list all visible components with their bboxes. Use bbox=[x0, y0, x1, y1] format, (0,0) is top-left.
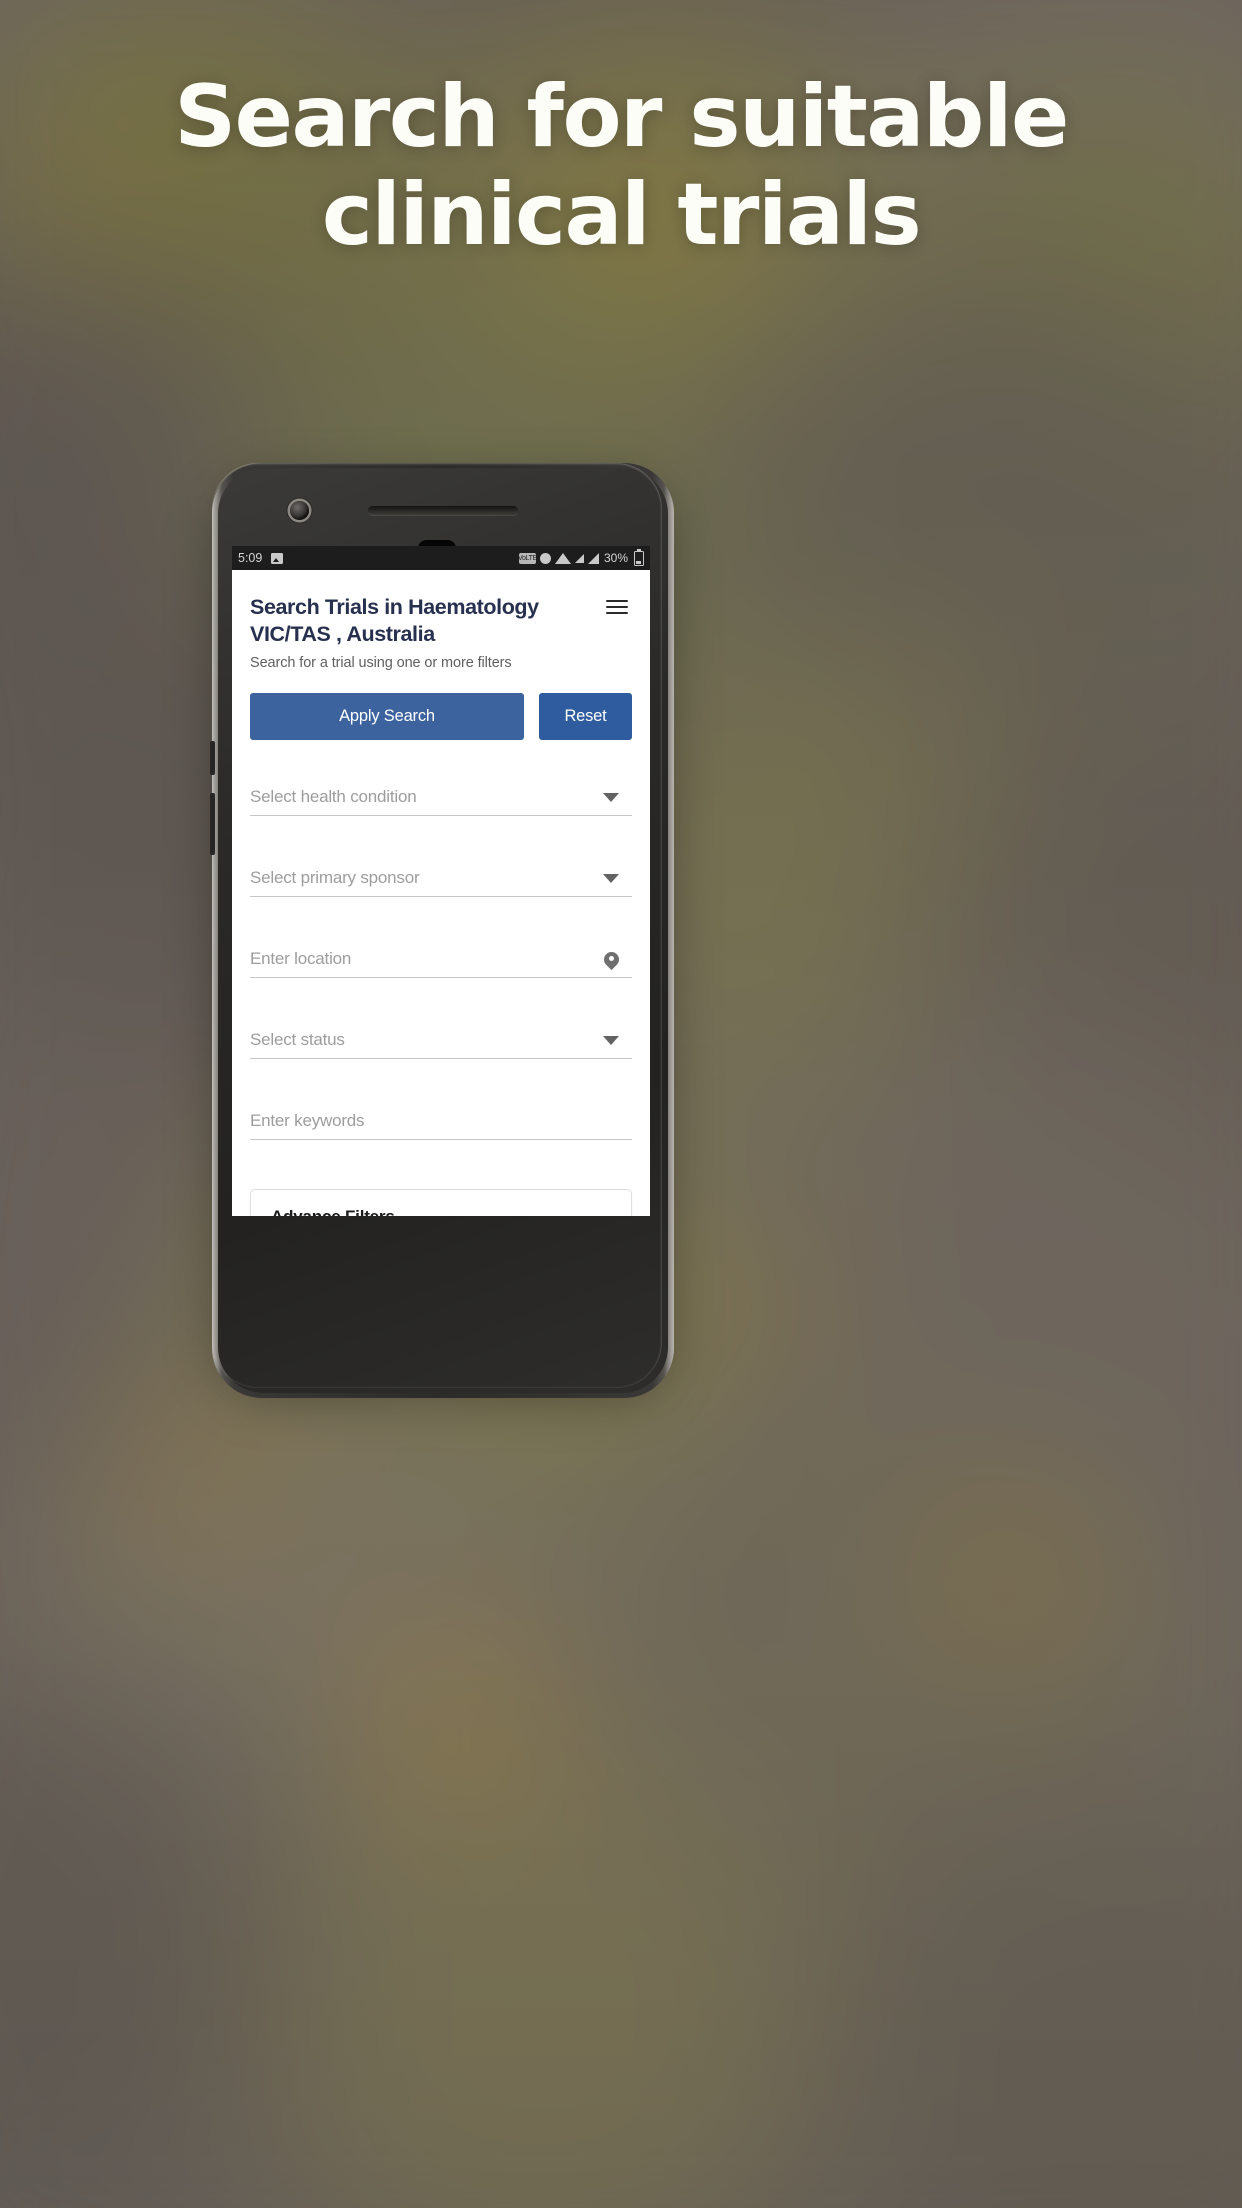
page-subtitle: Search for a trial using one or more fil… bbox=[250, 655, 512, 672]
action-button-row: Apply Search Reset bbox=[250, 693, 632, 741]
reset-button[interactable]: Reset bbox=[539, 693, 632, 741]
power-button[interactable] bbox=[210, 741, 215, 775]
advance-filters-title: Advance Filters bbox=[271, 1207, 591, 1216]
signal-icon-2 bbox=[587, 552, 599, 564]
headline-line-1: Search for suitable bbox=[174, 67, 1069, 167]
health-condition-input[interactable]: Select health condition bbox=[250, 787, 603, 807]
phone-mockup: 5:09 VoLTE 30% Search Trials in Haematol… bbox=[210, 463, 674, 1398]
page-headline: Search for suitable clinical trials bbox=[0, 68, 1242, 264]
field-status[interactable]: Select status bbox=[250, 1005, 632, 1086]
app-content: Search Trials in Haematology VIC/TAS , A… bbox=[232, 570, 650, 1216]
location-input[interactable]: Enter location bbox=[250, 949, 604, 969]
advance-filters-texts: Advance Filters Search for a trial using… bbox=[271, 1207, 591, 1216]
field-keywords[interactable]: Enter keywords bbox=[250, 1086, 632, 1167]
status-bar: 5:09 VoLTE 30% bbox=[232, 546, 650, 570]
field-primary-sponsor[interactable]: Select primary sponsor bbox=[250, 843, 632, 924]
image-icon bbox=[271, 552, 284, 564]
battery-percent-label: 30% bbox=[603, 551, 628, 565]
headline-line-2: clinical trials bbox=[321, 165, 922, 266]
menu-bar bbox=[606, 600, 628, 602]
earpiece-speaker bbox=[368, 506, 518, 515]
advance-filters-card[interactable]: Advance Filters Search for a trial using… bbox=[250, 1189, 632, 1216]
field-line: Enter keywords bbox=[250, 1111, 632, 1141]
app-header: Search Trials in Haematology VIC/TAS , A… bbox=[250, 594, 632, 648]
field-location[interactable]: Enter location bbox=[250, 924, 632, 1005]
location-pin-icon[interactable] bbox=[604, 952, 619, 967]
filter-fields: Select health condition Select primary s… bbox=[250, 762, 632, 1167]
front-camera-icon bbox=[290, 501, 309, 520]
page-title: Search Trials in Haematology VIC/TAS , A… bbox=[250, 595, 539, 647]
field-line: Enter location bbox=[250, 949, 632, 979]
chevron-down-icon[interactable] bbox=[603, 873, 619, 883]
wifi-icon bbox=[554, 552, 571, 564]
field-line: Select health condition bbox=[250, 787, 632, 817]
hamburger-menu-icon[interactable] bbox=[606, 594, 632, 614]
field-line: Select status bbox=[250, 1030, 632, 1060]
status-input[interactable]: Select status bbox=[250, 1030, 603, 1050]
volte-icon: VoLTE bbox=[517, 552, 537, 564]
chevron-down-icon[interactable] bbox=[603, 1035, 619, 1045]
menu-bar bbox=[606, 612, 628, 614]
battery-icon bbox=[634, 548, 644, 566]
keywords-input[interactable]: Enter keywords bbox=[250, 1111, 632, 1131]
signal-icon-1 bbox=[574, 553, 584, 563]
apply-search-button[interactable]: Apply Search bbox=[250, 693, 524, 741]
volume-button[interactable] bbox=[210, 793, 215, 855]
field-health-condition[interactable]: Select health condition bbox=[250, 762, 632, 843]
status-bar-clock: 5:09 bbox=[238, 551, 263, 565]
phone-screen: Search Trials in Haematology VIC/TAS , A… bbox=[232, 570, 650, 1216]
menu-bar bbox=[606, 606, 628, 608]
primary-sponsor-input[interactable]: Select primary sponsor bbox=[250, 868, 603, 888]
status-bar-icons: VoLTE 30% bbox=[517, 548, 644, 566]
alarm-icon bbox=[539, 552, 551, 564]
chevron-down-icon[interactable] bbox=[603, 792, 619, 802]
field-line: Select primary sponsor bbox=[250, 868, 632, 898]
